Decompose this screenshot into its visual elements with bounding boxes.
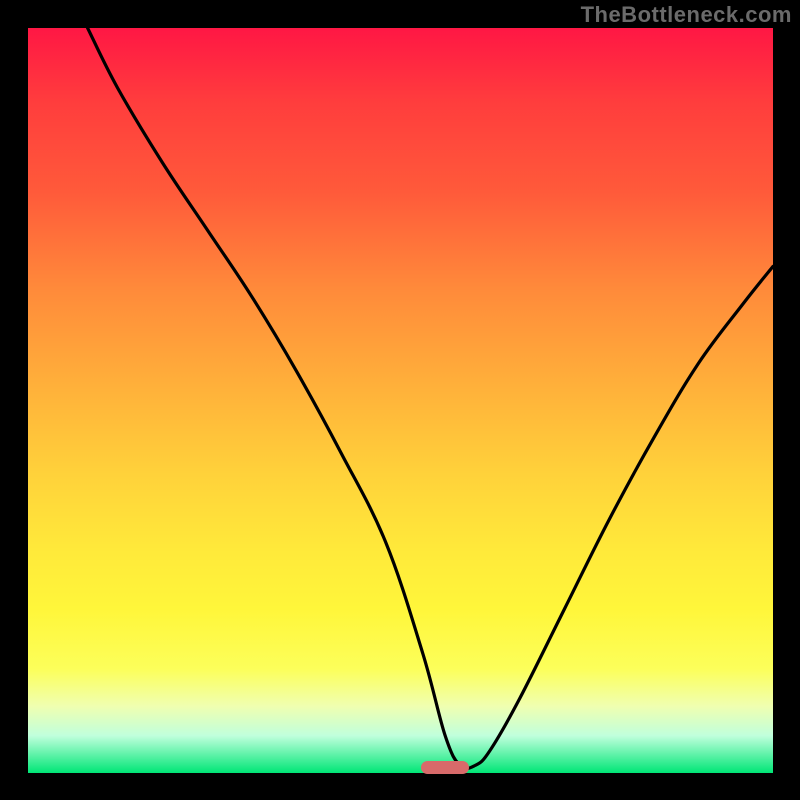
watermark-text: TheBottleneck.com [581, 2, 792, 28]
plot-area [28, 28, 773, 773]
chart-container: TheBottleneck.com [0, 0, 800, 800]
target-marker [421, 761, 469, 774]
bottleneck-curve [28, 28, 773, 773]
